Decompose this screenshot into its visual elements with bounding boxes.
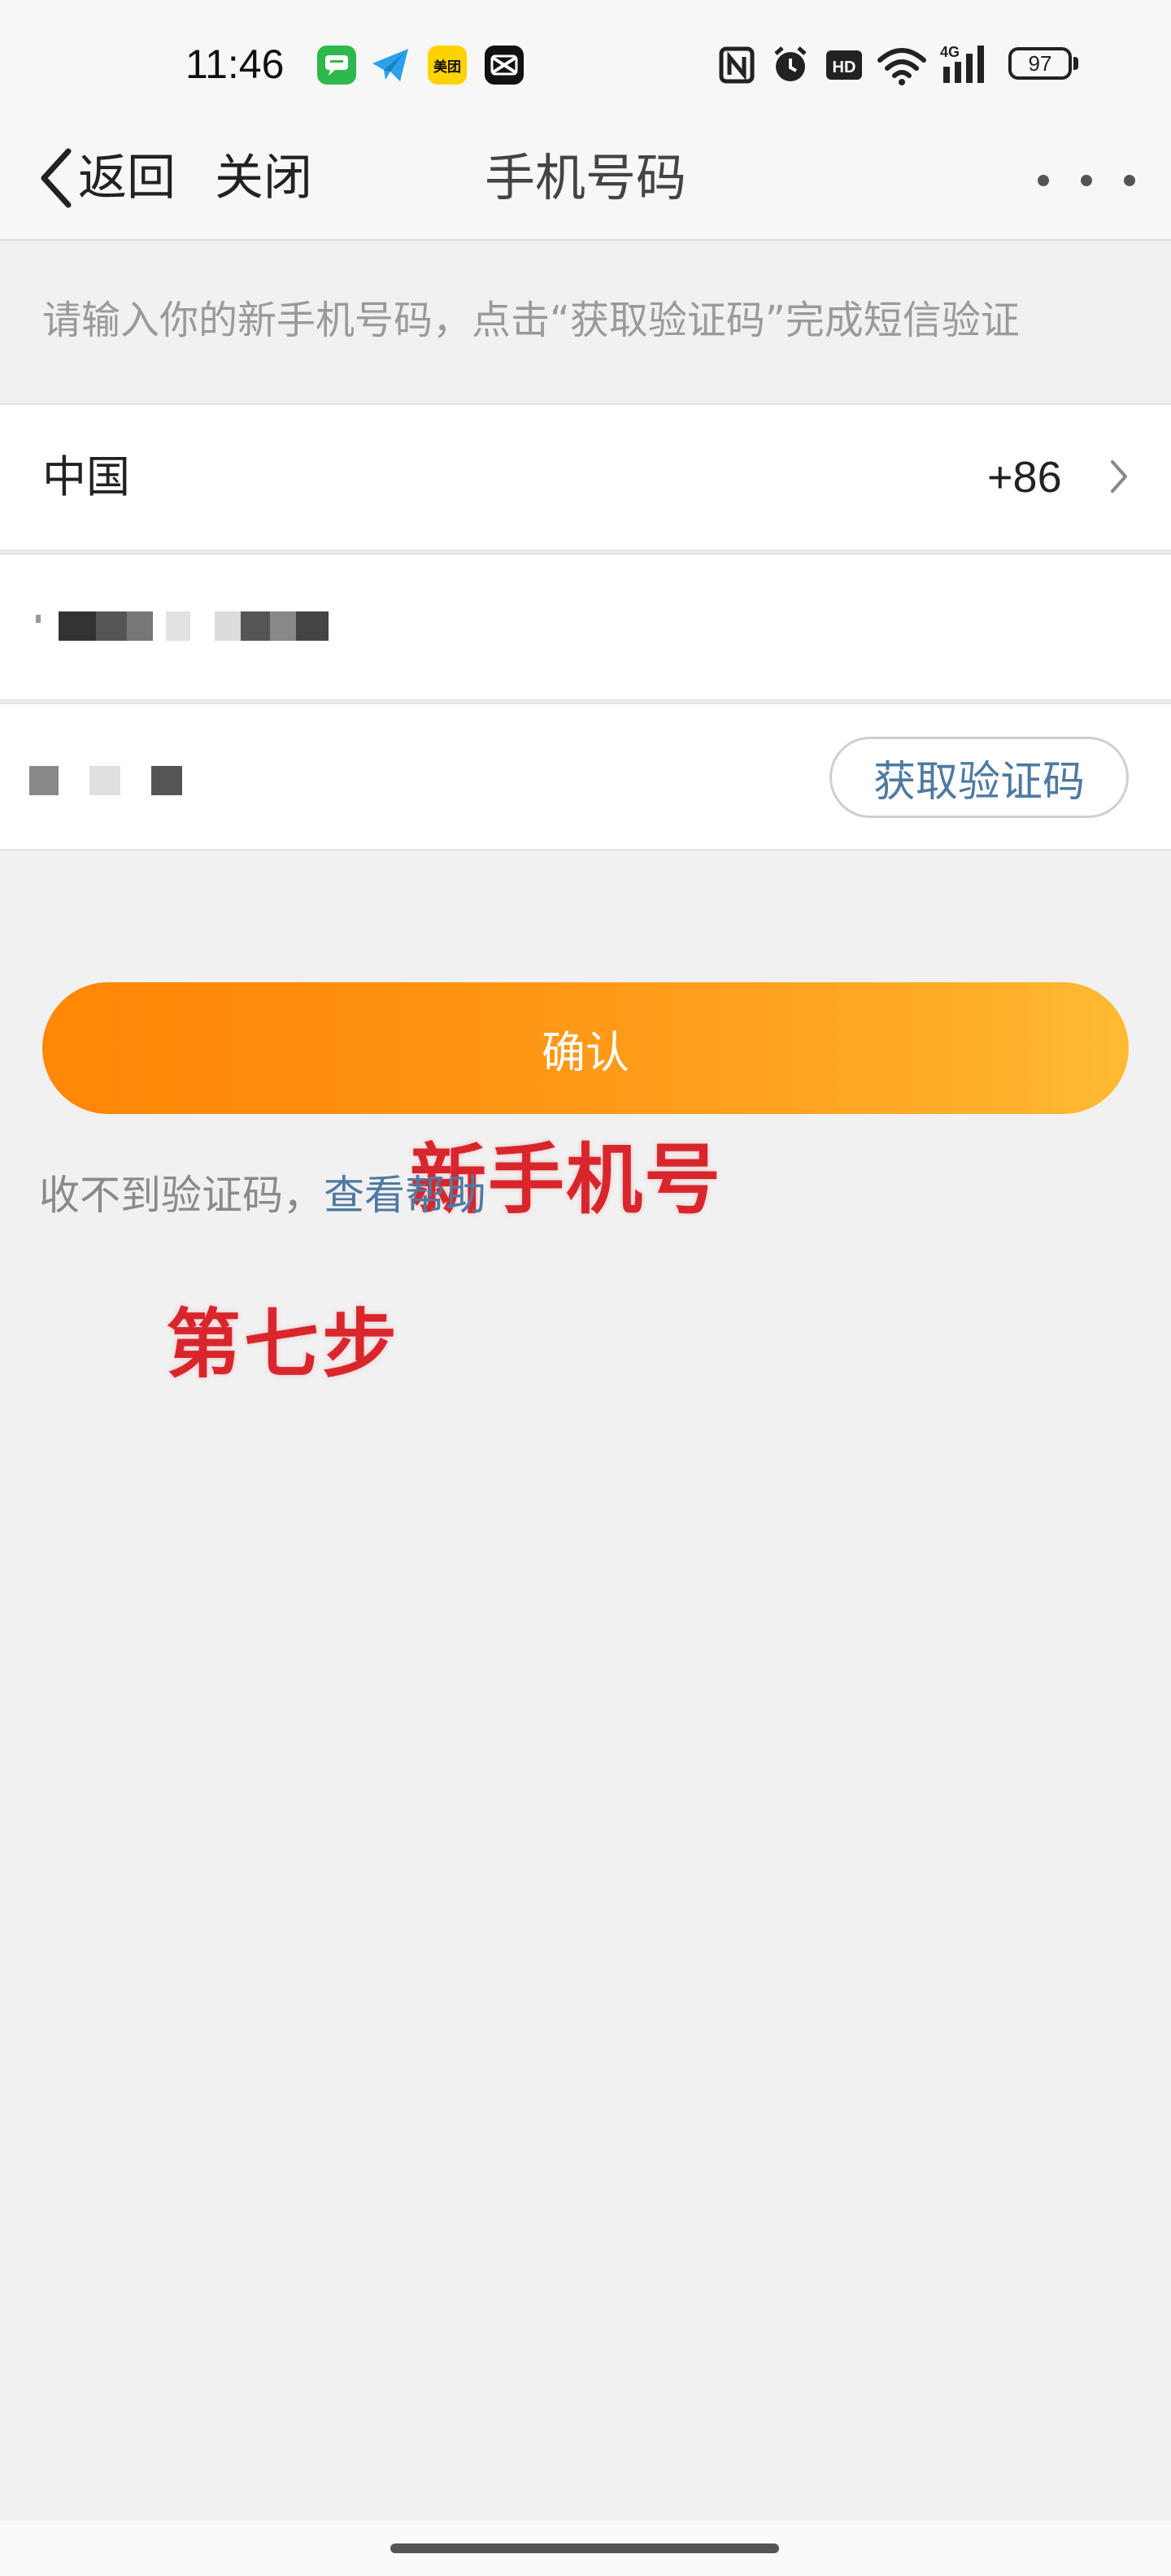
country-selector[interactable]: 中国 +86 (0, 403, 1171, 551)
hd-label: HD (833, 59, 856, 76)
back-label: 返回 (78, 150, 176, 207)
page-title: 手机号码 (484, 148, 686, 207)
country-name: 中国 (42, 451, 130, 503)
network-label: 4G (940, 44, 960, 60)
close-label: 关闭 (215, 150, 312, 207)
blurred-phone-number (36, 607, 345, 642)
hd-icon: HD (826, 50, 862, 80)
phone-number-field[interactable]: 新手机号 (0, 553, 1171, 1225)
help-prefix: 收不到验证码， (39, 1172, 324, 1219)
telegram-icon (371, 46, 410, 85)
more-dot-icon (1081, 175, 1092, 186)
annotation-step: 第七步 (166, 1301, 401, 1388)
verification-code-field[interactable]: 获取验证码 (0, 703, 1171, 851)
get-code-button[interactable]: 获取验证码 (829, 737, 1129, 818)
more-dot-icon (1038, 175, 1049, 186)
chevron-right-icon (1111, 460, 1127, 493)
battery-tip (1073, 57, 1078, 70)
signal-4g-icon: 4G (940, 44, 984, 83)
blurred-verification-code (29, 763, 192, 795)
alarm-icon (774, 46, 807, 81)
phone-screen: 11:46 美团 HD 4G 97 返回 关闭 手机号码 请输入你的新手机号码，… (0, 0, 1171, 2576)
status-time: 11:46 (185, 41, 285, 87)
confirm-button[interactable]: 确认 (42, 982, 1129, 1114)
nfc-icon (719, 46, 755, 84)
capcut-icon (485, 46, 524, 85)
home-indicator[interactable] (390, 2543, 779, 2553)
more-dot-icon (1124, 175, 1135, 186)
battery-icon: 97 (1008, 47, 1072, 80)
meituan-icon: 美团 (428, 46, 467, 85)
messages-icon (317, 46, 356, 85)
close-button[interactable]: 关闭 (215, 133, 312, 223)
battery-level: 97 (1028, 50, 1052, 76)
back-button[interactable]: 返回 (36, 133, 176, 223)
instruction-hint: 请输入你的新手机号码，点击“获取验证码”完成短信验证 (42, 298, 1020, 343)
more-options-button[interactable] (1038, 158, 1135, 203)
nav-bar: 返回 关闭 手机号码 (0, 122, 1171, 241)
wifi-icon (877, 48, 926, 85)
chevron-left-icon (41, 148, 72, 208)
status-bar: 11:46 美团 HD 4G 97 (0, 0, 1171, 122)
view-help-link[interactable]: 查看帮助 (324, 1172, 486, 1219)
country-code: +86 (987, 453, 1062, 502)
meituan-label: 美团 (433, 59, 461, 76)
help-line: 收不到验证码，查看帮助 (39, 1161, 486, 1229)
